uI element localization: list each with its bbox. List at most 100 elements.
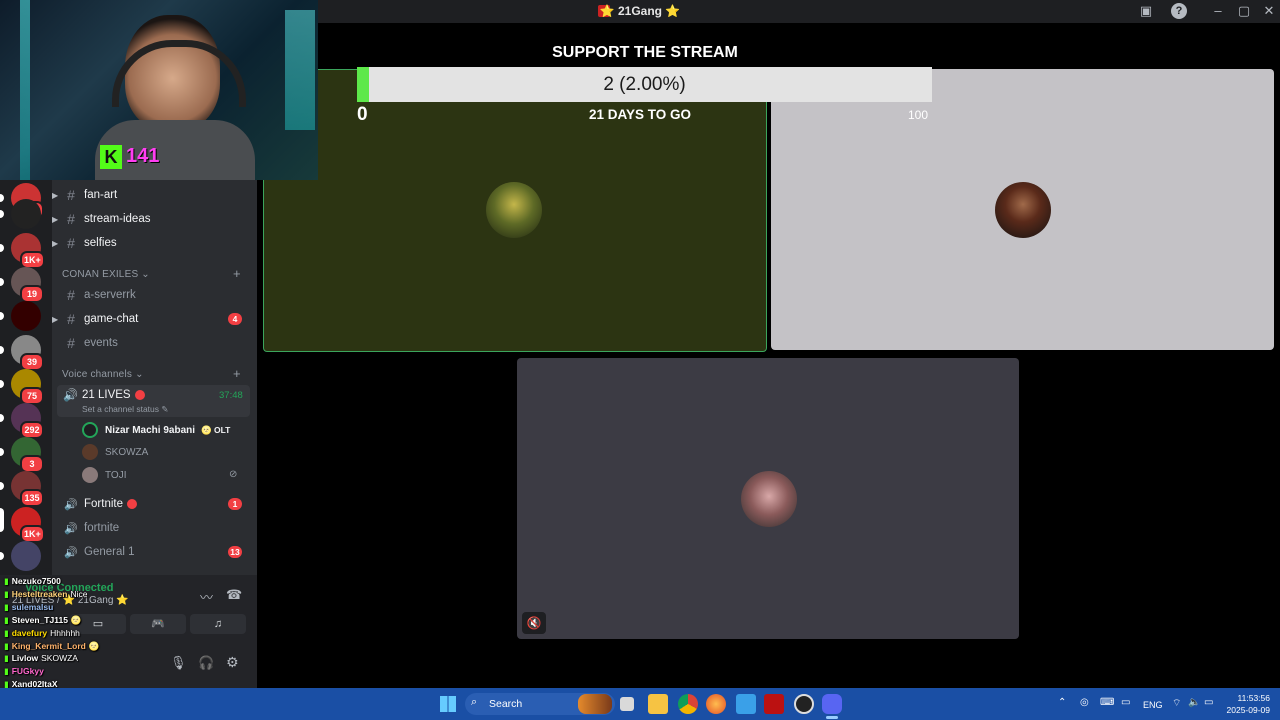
muted-icon: 🔇 [522, 612, 546, 634]
server-icon[interactable] [11, 541, 41, 571]
windows-start-icon[interactable] [440, 696, 456, 712]
voice-channel-general-1[interactable]: 🔊 General 1 13 [56, 541, 250, 563]
soundboard-icon: ♫ [213, 618, 223, 630]
channel-selfies[interactable]: ▶ # selfies [52, 232, 250, 254]
disconnect-icon[interactable]: ☎ [226, 587, 242, 603]
task-view-icon[interactable] [620, 697, 634, 711]
channel-status-row[interactable]: Set a channel status ✎ [82, 404, 169, 415]
speaker-icon: 🔊 [63, 388, 78, 402]
server-icon[interactable] [11, 199, 41, 229]
add-channel-icon[interactable]: + [233, 266, 1266, 281]
kick-badge-icon: ▮ [4, 627, 9, 638]
channel-label: fan-art [84, 189, 118, 201]
category-conan-exiles[interactable]: CONAN EXILES ⌄ [62, 269, 150, 280]
chat-username: davefury [11, 627, 48, 638]
chat-username: King_Kermit_Lord [11, 640, 86, 651]
stream-chat-line: ▮ Steven_TJ115 🌝 [4, 615, 82, 626]
stream-chat-line: ▮ FUGkyy [4, 666, 47, 677]
channel-label: a-serverrk [84, 289, 136, 301]
tray-monitor-icon[interactable]: ▭ [1121, 697, 1130, 708]
tray-app-icon[interactable]: ◎ [1080, 697, 1089, 708]
avatar [82, 422, 98, 438]
channel-events[interactable]: # events [56, 332, 250, 354]
hash-icon: # [67, 311, 75, 327]
microphone-icon[interactable]: 🎙 [170, 655, 187, 671]
channel-label: fortnite [84, 522, 120, 534]
wifi-icon[interactable]: ⌔ [1172, 697, 1181, 710]
channel-fan-art[interactable]: ▶ # fan-art [52, 184, 250, 206]
avatar [82, 444, 98, 460]
server-mention-badge: 135 [20, 489, 44, 507]
headphones-icon[interactable]: 🎧 [198, 655, 214, 671]
search-highlight-image [578, 694, 612, 714]
voice-channel-fortnite-1[interactable]: 🔊 Fortnite 1 [56, 493, 250, 515]
screen-share-icon: ▭ [92, 618, 104, 630]
obs-icon[interactable] [794, 694, 814, 714]
server-icon[interactable] [11, 301, 41, 331]
goal-max: 100 [908, 108, 929, 122]
voice-user[interactable]: Nizar Machi 9abani 🌝 OLT [82, 420, 230, 440]
unread-arrow-icon: ▶ [52, 190, 59, 200]
chat-message: 🌝 [70, 614, 82, 625]
mention-badge: 13 [228, 546, 242, 558]
tray-overflow-icon[interactable]: ⌃ [1058, 697, 1066, 708]
kick-badge-icon: ▮ [4, 588, 9, 599]
kick-badge-icon: ▮ [4, 653, 9, 664]
discord-icon[interactable] [822, 694, 842, 714]
tray-keyboard-icon[interactable]: ⌨ [1100, 697, 1114, 708]
close-icon[interactable]: ✕ [1261, 3, 1277, 19]
webcam-light-right [285, 10, 315, 130]
firefox-icon[interactable] [706, 694, 726, 714]
live-dot-icon [134, 390, 145, 400]
chat-message: Hhhhhh [50, 627, 80, 638]
speaker-icon: 🔊 [64, 546, 78, 559]
battery-icon[interactable]: ▭ [1204, 697, 1213, 708]
voice-user[interactable]: TOJI [82, 465, 126, 485]
voice-user-extra: 🌝 OLT [201, 424, 231, 435]
tile-avatar-user-2 [995, 182, 1051, 238]
unread-arrow-icon: ▶ [52, 238, 59, 248]
channel-label: Fortnite [84, 498, 123, 510]
file-explorer-icon[interactable] [648, 694, 668, 714]
set-channel-status: Set a channel status [82, 404, 160, 414]
active-voice-name-row: 21 LIVES [82, 389, 145, 401]
add-voice-channel-icon[interactable]: + [233, 366, 1266, 381]
voice-user[interactable]: SKOWZA [82, 442, 148, 462]
category-label: CONAN EXILES [62, 269, 139, 280]
hash-icon: # [67, 187, 75, 203]
mention-badge: 1 [228, 498, 242, 510]
maximize-icon[interactable]: ▢ [1236, 3, 1252, 19]
voice-channel-label: 21 LIVES [82, 389, 131, 401]
clock-date[interactable]: 2025-09-09 [1222, 705, 1270, 715]
app-red-icon[interactable] [764, 694, 784, 714]
channel-label: General 1 [84, 546, 135, 558]
photos-icon[interactable] [736, 694, 756, 714]
channel-stream-ideas[interactable]: ▶ # stream-ideas [52, 208, 250, 230]
kick-badge-icon: ▮ [4, 640, 9, 651]
stream-chat-line: ▮ Livlow SKOWZA [4, 653, 78, 664]
inbox-icon[interactable]: ▣ [1138, 3, 1154, 19]
minimize-icon[interactable]: – [1210, 3, 1226, 19]
chat-username: Hesteltreaken [11, 588, 68, 599]
channel-label: game-chat [84, 313, 139, 325]
chevron-down-icon: ⌄ [141, 269, 150, 280]
chrome-icon[interactable] [678, 694, 698, 714]
volume-icon[interactable]: 🔈 [1188, 697, 1200, 708]
language-indicator[interactable]: ENG [1143, 700, 1163, 710]
chat-username: FUGkyy [11, 666, 44, 677]
settings-gear-icon[interactable]: ⚙ [226, 654, 239, 671]
channel-game-chat[interactable]: ▶ # game-chat 4 [52, 308, 250, 330]
clock-time[interactable]: 11:53:56 [1222, 693, 1270, 703]
speaker-icon: 🔊 [64, 522, 78, 535]
noise-suppression-icon[interactable]: 〰 [200, 587, 213, 606]
chat-message: 🌝 [88, 640, 100, 651]
activity-button[interactable]: 🎮 [130, 614, 186, 634]
voice-user-name: SKOWZA [105, 446, 149, 458]
soundboard-button[interactable]: ♫ [190, 614, 246, 634]
goal-title: SUPPORT THE STREAM [552, 44, 738, 61]
category-voice-channels[interactable]: Voice channels ⌄ [62, 369, 144, 380]
kick-logo: K [100, 145, 122, 169]
voice-channel-fortnite-2[interactable]: 🔊 fortnite [56, 517, 250, 539]
channel-a-serverrk[interactable]: # a-serverrk [56, 284, 250, 306]
help-icon[interactable]: ? [1171, 3, 1187, 19]
